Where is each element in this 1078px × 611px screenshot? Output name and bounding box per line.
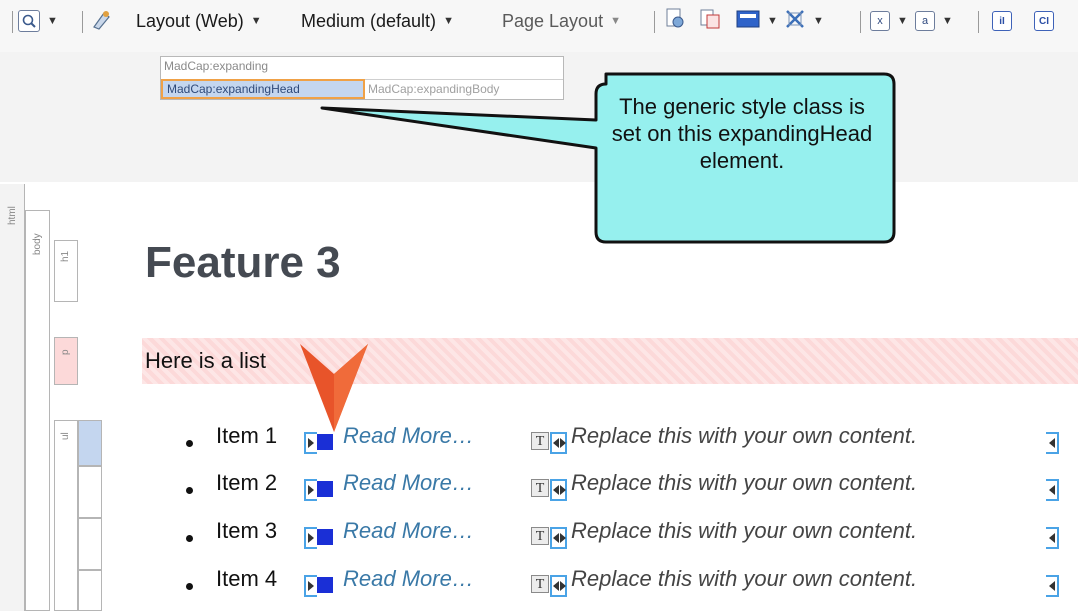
expanding-body-text: Replace this with your own content. (571, 470, 918, 495)
read-more-link[interactable]: Read More… (343, 566, 474, 592)
bullet-icon (186, 487, 193, 494)
expanding-head-marker-icon[interactable] (317, 529, 333, 545)
pointer-arrow-icon (300, 344, 368, 432)
expanding-head-start-marker[interactable] (304, 432, 317, 454)
list-item: Item 4 Read More… T Replace this with yo… (186, 563, 1066, 603)
expanding-body-text: Replace this with your own content. (571, 423, 918, 448)
expanding-head-marker-icon[interactable] (317, 481, 333, 497)
expanding-end-marker[interactable] (1046, 527, 1059, 549)
read-more-link[interactable]: Read More… (343, 470, 474, 496)
item-label: Item 1 (216, 423, 278, 448)
read-more-link[interactable]: Read More… (343, 518, 474, 544)
expanding-end-marker[interactable] (1046, 575, 1059, 597)
expanding-head-start-marker[interactable] (304, 479, 317, 501)
list-item: Item 2 Read More… T Replace this with yo… (186, 467, 1066, 507)
list-item: Item 3 Read More… T Replace this with yo… (186, 515, 1066, 555)
item-label: Item 4 (216, 566, 278, 591)
bullet-icon (186, 583, 193, 590)
expanding-head-marker-icon[interactable] (317, 434, 333, 450)
text-marker-icon: T (531, 432, 549, 450)
text-marker-icon: T (531, 575, 549, 593)
page-heading: Feature 3 (145, 238, 341, 287)
expanding-body-text: Replace this with your own content. (571, 566, 918, 591)
text-marker-icon: T (531, 479, 549, 497)
expanding-body-text: Replace this with your own content. (571, 518, 918, 543)
bullet-icon (186, 535, 193, 542)
bullet-icon (186, 440, 193, 447)
text-marker-icon: T (531, 527, 549, 545)
expanding-end-marker[interactable] (1046, 432, 1059, 454)
expanding-end-marker[interactable] (1046, 479, 1059, 501)
expanding-body-marker (559, 479, 567, 501)
expanding-body-marker (559, 527, 567, 549)
expanding-head-start-marker[interactable] (304, 527, 317, 549)
expanding-body-marker (559, 432, 567, 454)
expanding-head-start-marker[interactable] (304, 575, 317, 597)
callout-text: The generic style class is set on this e… (611, 94, 873, 173)
expanding-head-marker-icon[interactable] (317, 577, 333, 593)
paragraph-highlight (142, 338, 1078, 384)
item-label: Item 2 (216, 470, 278, 495)
expanding-body-marker (559, 575, 567, 597)
item-label: Item 3 (216, 518, 278, 543)
paragraph-text: Here is a list (145, 348, 267, 373)
